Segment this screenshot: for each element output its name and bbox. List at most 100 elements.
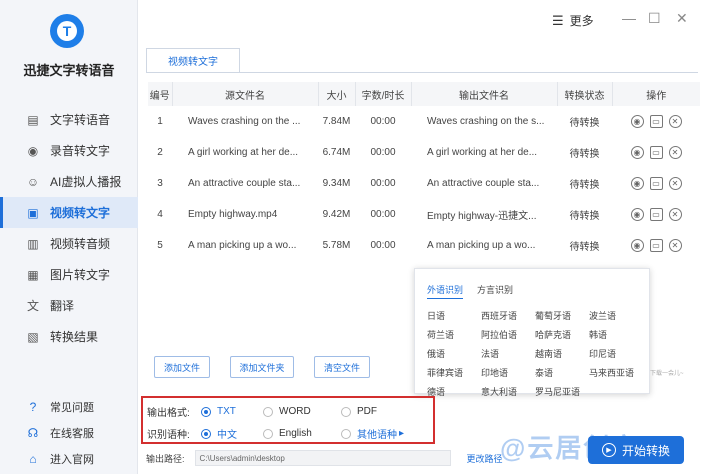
preview-icon[interactable]: ◉ [630,208,644,221]
change-path-link[interactable]: 更改路径 [467,452,503,465]
table-row[interactable]: 5 A man picking up a wo... 5.78M 00:00 A… [148,230,700,261]
table-row[interactable]: 4 Empty highway.mp4 9.42M 00:00 Empty hi… [148,199,700,230]
sidebar-item-ai-avatar[interactable]: ☺ AI虚拟人播报 [0,166,138,197]
format-option-txt[interactable]: TXT [201,406,263,417]
preview-icon[interactable]: ◉ [630,146,644,159]
avatar-icon: ☺ [26,174,40,189]
radio-icon [201,428,211,439]
language-item[interactable]: 阿拉伯语 [481,328,535,341]
output-path-field[interactable]: C:\Users\admin\desktop [194,450,451,466]
folder-icon[interactable]: ▭ [649,208,663,221]
video-audio-icon: ▥ [27,236,39,251]
output-path-row: 输出路径: C:\Users\admin\desktop 更改路径 [146,450,503,466]
radio-icon [341,428,351,439]
app-title: 迅捷文字转语音 [23,63,115,78]
language-item[interactable]: 韩语 [589,328,643,341]
language-item[interactable]: 葡萄牙语 [535,309,589,322]
language-item[interactable]: 西班牙语 [481,309,535,322]
sidebar-link-website[interactable]: ⌂ 进入官网 [0,446,138,472]
row-size: 9.42M [322,209,351,220]
preview-icon[interactable]: ◉ [630,239,644,252]
app-logo-icon: T [50,14,84,48]
tab-foreign-language[interactable]: 外语识别 [427,283,464,299]
language-item[interactable]: 日语 [427,309,481,322]
delete-icon[interactable]: ✕ [668,177,682,190]
language-item[interactable]: 俄语 [427,347,481,360]
row-duration: 00:00 [370,209,396,220]
row-source-name: A man picking up a wo... [188,240,297,251]
radio-icon [263,406,273,417]
sidebar-item-translate[interactable]: 文翻译 [0,290,138,321]
close-icon[interactable]: ✕ [676,10,688,27]
row-output-name: Empty highway-迅捷文... [427,211,537,222]
sidebar-link-faq[interactable]: ? 常见问题 [0,394,138,420]
sidebar-item-video-to-audio[interactable]: ▥ 视频转音频 [0,228,138,259]
language-item[interactable]: 菲律宾语 [427,366,481,379]
folder-icon[interactable]: ▭ [649,146,663,159]
language-option-chinese[interactable]: 中文 [201,426,263,441]
menu-icon: ☰ [552,12,564,28]
more-menu-button[interactable]: ☰ 更多 [552,12,594,29]
delete-icon[interactable]: ✕ [668,239,682,252]
clear-files-button[interactable]: 清空文件 [314,356,370,378]
sidebar-item-results[interactable]: ▧ 转换结果 [0,321,138,352]
preview-icon[interactable]: ◉ [630,115,644,128]
language-item[interactable]: 罗马尼亚语 [535,385,589,398]
row-size: 7.84M [322,116,351,127]
tab-dialect[interactable]: 方言识别 [477,283,513,299]
language-item[interactable]: 马来西亚语 [589,366,643,379]
folder-icon[interactable]: ▭ [649,177,663,190]
col-output-name: 输出文件名 [411,82,558,106]
language-option-english[interactable]: English [263,428,341,439]
folder-icon[interactable]: ▭ [649,239,663,252]
language-item[interactable]: 印地语 [481,366,535,379]
delete-icon[interactable]: ✕ [668,115,682,128]
tab-video-to-text[interactable]: 视频转文字 [146,48,240,72]
row-duration: 00:00 [370,178,396,189]
language-item[interactable]: 意大利语 [481,385,535,398]
maximize-icon[interactable]: ☐ [648,10,661,27]
table-row[interactable]: 1 Waves crashing on the ... 7.84M 00:00 … [148,106,700,137]
folder-icon[interactable]: ▭ [649,115,663,128]
language-item[interactable]: 泰语 [535,366,589,379]
sidebar-item-record-to-text[interactable]: ◉ 录音转文字 [0,135,138,166]
delete-icon[interactable]: ✕ [668,208,682,221]
language-item[interactable]: 法语 [481,347,535,360]
row-duration: 00:00 [370,147,396,158]
language-item[interactable]: 印尼语 [589,347,643,360]
add-file-button[interactable]: 添加文件 [154,356,210,378]
output-format-label: 输出格式: [147,408,190,419]
sidebar-link-support[interactable]: ☊ 在线客服 [0,420,138,446]
language-tabs: 外语识别 方言识别 [427,283,513,299]
format-option-pdf[interactable]: PDF [341,406,377,417]
language-item[interactable]: 越南语 [535,347,589,360]
output-format-row: 输出格式: TXT WORD PDF [147,404,377,419]
row-output-name: An attractive couple sta... [427,178,540,189]
website-icon: ⌂ [29,452,37,466]
sidebar-footer: ? 常见问题 ☊ 在线客服 ⌂ 进入官网 [0,394,138,472]
sidebar-item-text-to-speech[interactable]: ▤ 文字转语音 [0,104,138,135]
language-item[interactable]: 荷兰语 [427,328,481,341]
table-row[interactable]: 2 A girl working at her de... 6.74M 00:0… [148,137,700,168]
row-output-name: Waves crashing on the s... [427,116,545,127]
language-grid: 日语 西班牙语 葡萄牙语 波兰语荷兰语 阿拉伯语 哈萨克语 韩语俄语 法语 越南语 印尼语菲律宾语… [427,309,643,398]
sidebar-item-video-to-text[interactable]: ▣ 视频转文字 [0,197,138,228]
row-status: 待转换 [569,211,600,222]
row-output-name: A man picking up a wo... [427,240,536,251]
video-icon: ▣ [27,205,39,220]
table-row[interactable]: 3 An attractive couple sta... 9.34M 00:0… [148,168,700,199]
minimize-icon[interactable]: — [622,10,636,26]
add-folder-button[interactable]: 添加文件夹 [230,356,294,378]
language-item[interactable]: 哈萨克语 [535,328,589,341]
delete-icon[interactable]: ✕ [668,146,682,159]
language-popup: 外语识别 方言识别 日语 西班牙语 葡萄牙语 波兰语荷兰语 阿拉伯语 哈萨克语 韩语俄语 法语… [414,268,650,397]
start-conversion-button[interactable]: ▶ 开始转换 [588,436,684,464]
format-option-word[interactable]: WORD [263,406,341,417]
row-status: 待转换 [569,180,600,191]
radio-icon [263,428,273,439]
language-item[interactable]: 波兰语 [589,309,643,322]
language-item[interactable]: 德语 [427,385,481,398]
language-option-other[interactable]: 其他语种 ▸ [341,426,404,441]
sidebar-item-image-to-text[interactable]: ▦ 图片转文字 [0,259,138,290]
preview-icon[interactable]: ◉ [630,177,644,190]
